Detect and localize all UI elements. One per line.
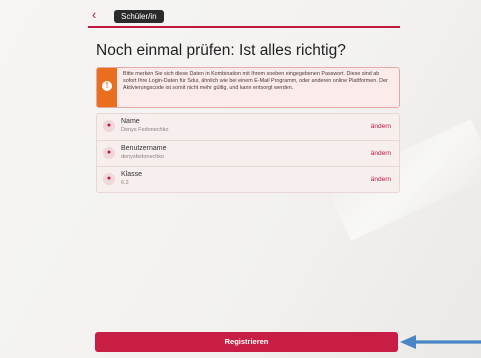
field-row-username: ● Benutzername denysfedonechko ändern (97, 140, 399, 167)
register-button[interactable]: Registrieren (95, 332, 398, 352)
warning-icon: ! (102, 81, 112, 91)
field-label: Klasse (121, 171, 143, 178)
summary-list: ● Name Denys Fedonechko ändern ● Benutze… (96, 113, 400, 193)
person-icon: ● (103, 120, 115, 132)
person-icon: ● (103, 147, 115, 159)
field-label: Name (121, 118, 140, 125)
field-row-name: ● Name Denys Fedonechko ändern (97, 114, 399, 140)
app-screen: ‹ Schüler/in Noch einmal prüfen: Ist all… (0, 0, 481, 358)
field-value: denysfedonechko (121, 154, 165, 160)
back-chevron-icon[interactable]: ‹ (92, 7, 96, 22)
field-value: Denys Fedonechko (121, 127, 169, 133)
page-title: Noch einmal prüfen: Ist alles richtig? (96, 42, 346, 59)
annotation-arrow-icon (400, 335, 481, 349)
header-divider (88, 26, 400, 28)
field-value: 6.2 (121, 180, 129, 186)
notice-text: Bitte merken Sie sich diese Daten in Kom… (123, 71, 388, 92)
edit-username-link[interactable]: ändern (371, 150, 391, 157)
notice-accent-bar: ! (97, 68, 117, 107)
person-icon: ● (103, 173, 115, 185)
edit-class-link[interactable]: ändern (371, 176, 391, 183)
field-row-class: ● Klasse 6.2 ändern (97, 166, 399, 193)
field-label: Benutzername (121, 145, 167, 152)
role-chip: Schüler/in (114, 10, 164, 23)
info-notice: ! Bitte merken Sie sich diese Daten in K… (96, 67, 400, 108)
top-bar: ‹ Schüler/in (88, 6, 400, 28)
edit-name-link[interactable]: ändern (371, 123, 391, 130)
